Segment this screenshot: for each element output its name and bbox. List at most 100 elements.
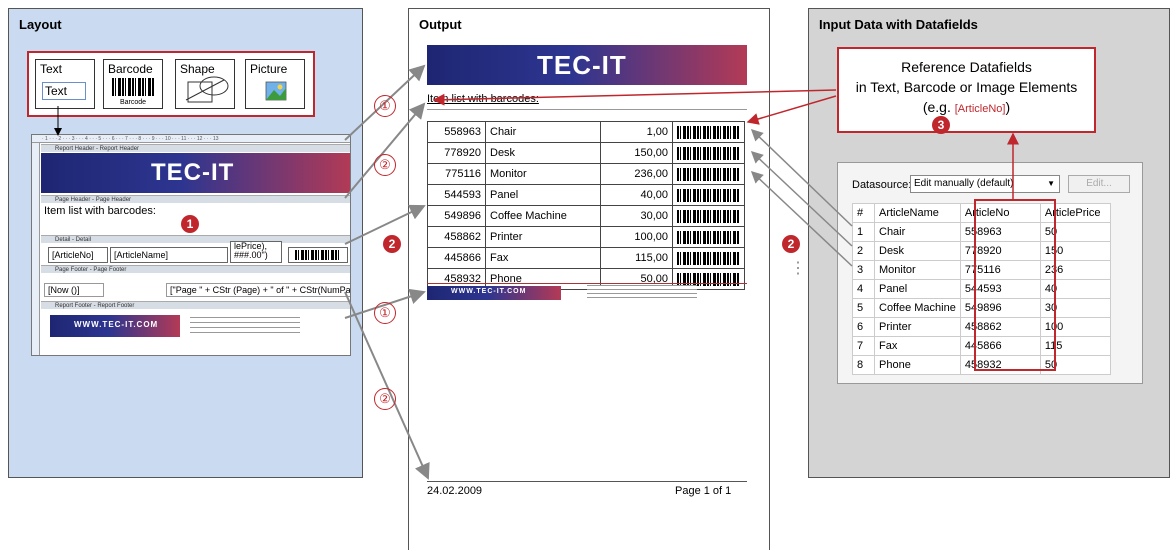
grid-cell[interactable]: Chair: [874, 222, 961, 242]
shape-icon: [185, 76, 229, 103]
report-header-banner: TEC-IT: [41, 153, 350, 193]
text-tool-sample: Text: [42, 82, 86, 100]
grid-column-header[interactable]: #: [852, 203, 875, 223]
grid-cell[interactable]: 2: [852, 241, 875, 261]
article-no-cell: 445866: [427, 247, 486, 269]
barcode-icon: [677, 125, 740, 139]
layout-title: Layout: [19, 17, 62, 32]
grid-cell[interactable]: 7: [852, 336, 875, 356]
article-no-cell: 775116: [427, 163, 486, 185]
output-footer-banner: WWW.TEC-IT.COM: [427, 286, 561, 300]
chevron-down-icon: ▼: [1047, 179, 1055, 188]
table-row: 445866 Fax 115,00: [427, 247, 745, 269]
grid-cell[interactable]: 8: [852, 355, 875, 375]
marker-2-output: 2: [383, 235, 401, 253]
barcode-tool-label: Barcode: [108, 62, 153, 76]
barcode-cell: [672, 121, 745, 143]
price-cell: 100,00: [600, 226, 673, 248]
picture-icon: [265, 81, 287, 101]
horizontal-ruler: · 1 · · · 2 · · · 3 · · · 4 · · · 5 · · …: [32, 135, 350, 143]
output-banner: TEC-IT: [427, 45, 747, 85]
grid-cell[interactable]: 5: [852, 298, 875, 318]
barcode-icon: [677, 188, 740, 202]
article-no-cell: 558963: [427, 121, 486, 143]
datasource-select[interactable]: Edit manually (default) ▼: [910, 175, 1060, 193]
price-field[interactable]: lePrice), ###.00"): [230, 241, 282, 263]
step-1-report-footer: ①: [374, 302, 396, 324]
output-page-number: Page 1 of 1: [675, 485, 732, 497]
report-designer[interactable]: · 1 · · · 2 · · · 3 · · · 4 · · · 5 · · …: [31, 134, 351, 356]
output-footer-banner-text: WWW.TEC-IT.COM: [451, 288, 527, 295]
callout-suffix: ): [1005, 99, 1011, 115]
grid-cell[interactable]: Phone: [874, 355, 961, 375]
barcode-icon: [677, 167, 740, 181]
grid-cell[interactable]: Fax: [874, 336, 961, 356]
article-no-cell: 778920: [427, 142, 486, 164]
grid-cell[interactable]: Printer: [874, 317, 961, 337]
banner-logo-text: TEC-IT: [151, 159, 235, 186]
table-row: 558963 Chair 1,00: [427, 121, 745, 143]
barcode-cell: [672, 226, 745, 248]
page-number-field[interactable]: ["Page " + CStr (Page) + " of " + CStr(N…: [166, 283, 350, 297]
element-toolbox: Text Text Barcode Barcode Shape Picture: [27, 51, 315, 117]
grid-cell[interactable]: 1: [852, 222, 875, 242]
article-no-field[interactable]: [ArticleNo]: [48, 247, 108, 263]
detail-barcode[interactable]: [288, 247, 348, 263]
shape-tool[interactable]: Shape: [175, 59, 235, 109]
table-row: 549896 Coffee Machine 30,00: [427, 205, 745, 227]
marker-2-input: 2: [782, 235, 800, 253]
section-report-header[interactable]: Report Header - Report Header: [41, 144, 350, 152]
grid-cell[interactable]: Coffee Machine: [874, 298, 961, 318]
grid-cell[interactable]: Panel: [874, 279, 961, 299]
datasource-value: Edit manually (default): [914, 178, 1014, 189]
barcode-cell: [672, 142, 745, 164]
article-name-cell: Fax: [485, 247, 601, 269]
price-cell: 30,00: [600, 205, 673, 227]
now-field[interactable]: [Now ()]: [44, 283, 104, 297]
output-heading: Item list with barcodes:: [427, 93, 539, 105]
article-name-cell: Coffee Machine: [485, 205, 601, 227]
grid-cell[interactable]: 4: [852, 279, 875, 299]
marker-3-callout: 3: [932, 116, 950, 134]
section-detail[interactable]: Detail - Detail: [41, 235, 350, 243]
designer-heading[interactable]: Item list with barcodes:: [44, 205, 156, 217]
datafield-callout: Reference Datafields in Text, Barcode or…: [837, 47, 1096, 133]
barcode-icon: [112, 78, 154, 96]
section-page-header[interactable]: Page Header - Page Header: [41, 195, 350, 203]
callout-line-1: Reference Datafields: [901, 59, 1032, 75]
picture-tool[interactable]: Picture: [245, 59, 305, 109]
article-name-cell: Desk: [485, 142, 601, 164]
grid-cell[interactable]: Desk: [874, 241, 961, 261]
price-cell: 1,00: [600, 121, 673, 143]
grid-cell[interactable]: 6: [852, 317, 875, 337]
price-cell: 150,00: [600, 142, 673, 164]
article-name-cell: Printer: [485, 226, 601, 248]
barcode-cell: [672, 163, 745, 185]
callout-line-3: (e.g. [ArticleNo]): [839, 97, 1094, 119]
barcode-icon: [677, 251, 740, 265]
section-page-footer[interactable]: Page Footer - Page Footer: [41, 265, 350, 273]
barcode-cell: [672, 184, 745, 206]
grid-cell[interactable]: Monitor: [874, 260, 961, 280]
input-panel: Input Data with Datafields Reference Dat…: [808, 8, 1170, 478]
footer-banner-text: WWW.TEC-IT.COM: [74, 320, 159, 329]
marker-1-layout: 1: [181, 215, 199, 233]
section-report-footer[interactable]: Report Footer - Report Footer: [41, 301, 350, 309]
report-footer-banner: WWW.TEC-IT.COM: [50, 315, 180, 337]
text-tool-label: Text: [40, 62, 63, 76]
barcode-icon: [677, 230, 740, 244]
callout-prefix: (e.g.: [922, 99, 955, 115]
barcode-tool[interactable]: Barcode Barcode: [103, 59, 163, 109]
article-no-cell: 549896: [427, 205, 486, 227]
datasource-label: Datasource:: [852, 179, 912, 191]
edit-button[interactable]: Edit...: [1068, 175, 1130, 193]
footer-address-lines: [190, 317, 300, 333]
grid-cell[interactable]: 3: [852, 260, 875, 280]
grid-column-header[interactable]: ArticleName: [874, 203, 961, 223]
step-1-report-header: ①: [374, 95, 396, 117]
output-rule: [427, 109, 747, 110]
article-name-field[interactable]: [ArticleName]: [110, 247, 228, 263]
text-tool[interactable]: Text Text: [35, 59, 95, 109]
output-banner-text: TEC-IT: [537, 50, 627, 80]
items-table: 558963 Chair 1,00 778920 Desk 150,00 775116 Mon…: [427, 121, 745, 290]
